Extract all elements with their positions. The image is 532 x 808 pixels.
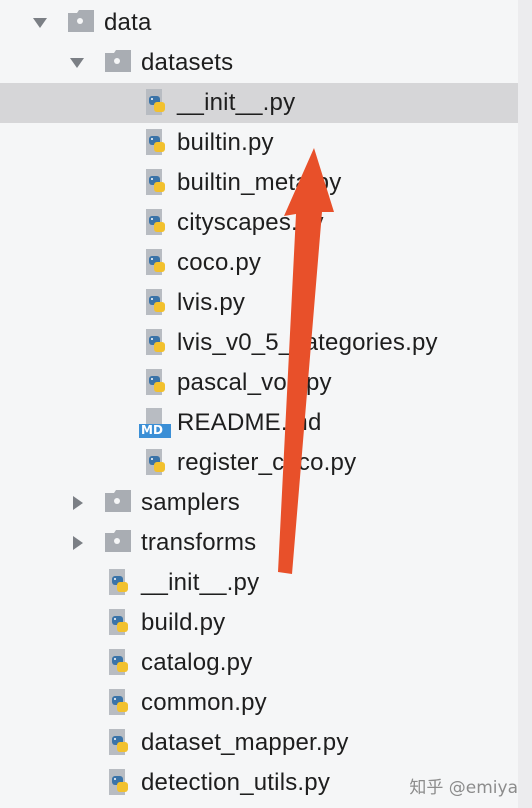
tree-label: README.md (177, 409, 322, 436)
tree-file-row[interactable]: catalog.py (0, 643, 518, 683)
folder-icon (66, 7, 98, 39)
tree-label: lvis.py (177, 289, 246, 316)
markdown-file-icon: MD (138, 407, 174, 439)
tree-label: detection_utils.py (141, 769, 331, 796)
tree-label: __init__.py (177, 89, 296, 116)
python-file-icon (105, 767, 137, 799)
python-file-icon (142, 87, 174, 119)
tree-label: catalog.py (141, 649, 253, 676)
tree-label: register_coco.py (177, 449, 357, 476)
tree-label: data (104, 9, 152, 36)
tree-label: __init__.py (141, 569, 260, 596)
tree-file-row[interactable]: build.py (0, 603, 518, 643)
tree-file-row[interactable]: pascal_voc.py (0, 363, 518, 403)
md-badge-label: MD (141, 423, 163, 437)
tree-label: dataset_mapper.py (141, 729, 349, 756)
tree-file-row[interactable]: __init__.py (0, 83, 532, 123)
tree-label: transforms (141, 529, 257, 556)
python-file-icon (105, 567, 137, 599)
tree-label: coco.py (177, 249, 262, 276)
chevron-down-icon[interactable] (67, 53, 87, 73)
tree-label: samplers (141, 489, 240, 516)
chevron-down-icon[interactable] (30, 13, 50, 33)
python-file-icon (105, 607, 137, 639)
tree-file-row[interactable]: coco.py (0, 243, 518, 283)
python-file-icon (105, 647, 137, 679)
tree-label: builtin_meta.py (177, 169, 342, 196)
python-file-icon (142, 287, 174, 319)
python-file-icon (105, 687, 137, 719)
tree-file-row[interactable]: builtin.py (0, 123, 518, 163)
python-file-icon (142, 247, 174, 279)
tree-file-row[interactable]: MD README.md (0, 403, 518, 443)
python-file-icon (142, 327, 174, 359)
tree-file-row[interactable]: builtin_meta.py (0, 163, 518, 203)
tree-folder-transforms[interactable]: transforms (0, 523, 518, 563)
tree-file-row[interactable]: common.py (0, 683, 518, 723)
tree-label: cityscapes.py (177, 209, 324, 236)
folder-icon (103, 527, 135, 559)
tree-label: common.py (141, 689, 267, 716)
python-file-icon (142, 167, 174, 199)
python-file-icon (142, 127, 174, 159)
chevron-right-icon[interactable] (68, 533, 88, 553)
folder-icon (103, 47, 135, 79)
python-file-icon (142, 367, 174, 399)
tree-label: builtin.py (177, 129, 274, 156)
tree-file-row[interactable]: cityscapes.py (0, 203, 518, 243)
tree-label: build.py (141, 609, 226, 636)
tree-file-row[interactable]: dataset_mapper.py (0, 723, 518, 763)
folder-icon (103, 487, 135, 519)
tree-file-row[interactable]: register_coco.py (0, 443, 518, 483)
python-file-icon (142, 207, 174, 239)
tree-folder-data[interactable]: data (0, 3, 518, 43)
tree-file-row[interactable]: lvis.py (0, 283, 518, 323)
tree-folder-samplers[interactable]: samplers (0, 483, 518, 523)
python-file-icon (142, 447, 174, 479)
watermark-text: 知乎 @emiya (409, 778, 518, 798)
tree-file-row[interactable]: __init__.py (0, 563, 518, 603)
tree-file-row[interactable]: lvis_v0_5_categories.py (0, 323, 518, 363)
tree-label: pascal_voc.py (177, 369, 332, 396)
scroll-edge (518, 0, 532, 808)
project-tree: data datasets __init__.py builtin.py bui… (0, 0, 532, 808)
tree-folder-datasets[interactable]: datasets (0, 43, 518, 83)
tree-label: lvis_v0_5_categories.py (177, 329, 438, 356)
chevron-right-icon[interactable] (68, 493, 88, 513)
tree-label: datasets (141, 49, 234, 76)
python-file-icon (105, 727, 137, 759)
